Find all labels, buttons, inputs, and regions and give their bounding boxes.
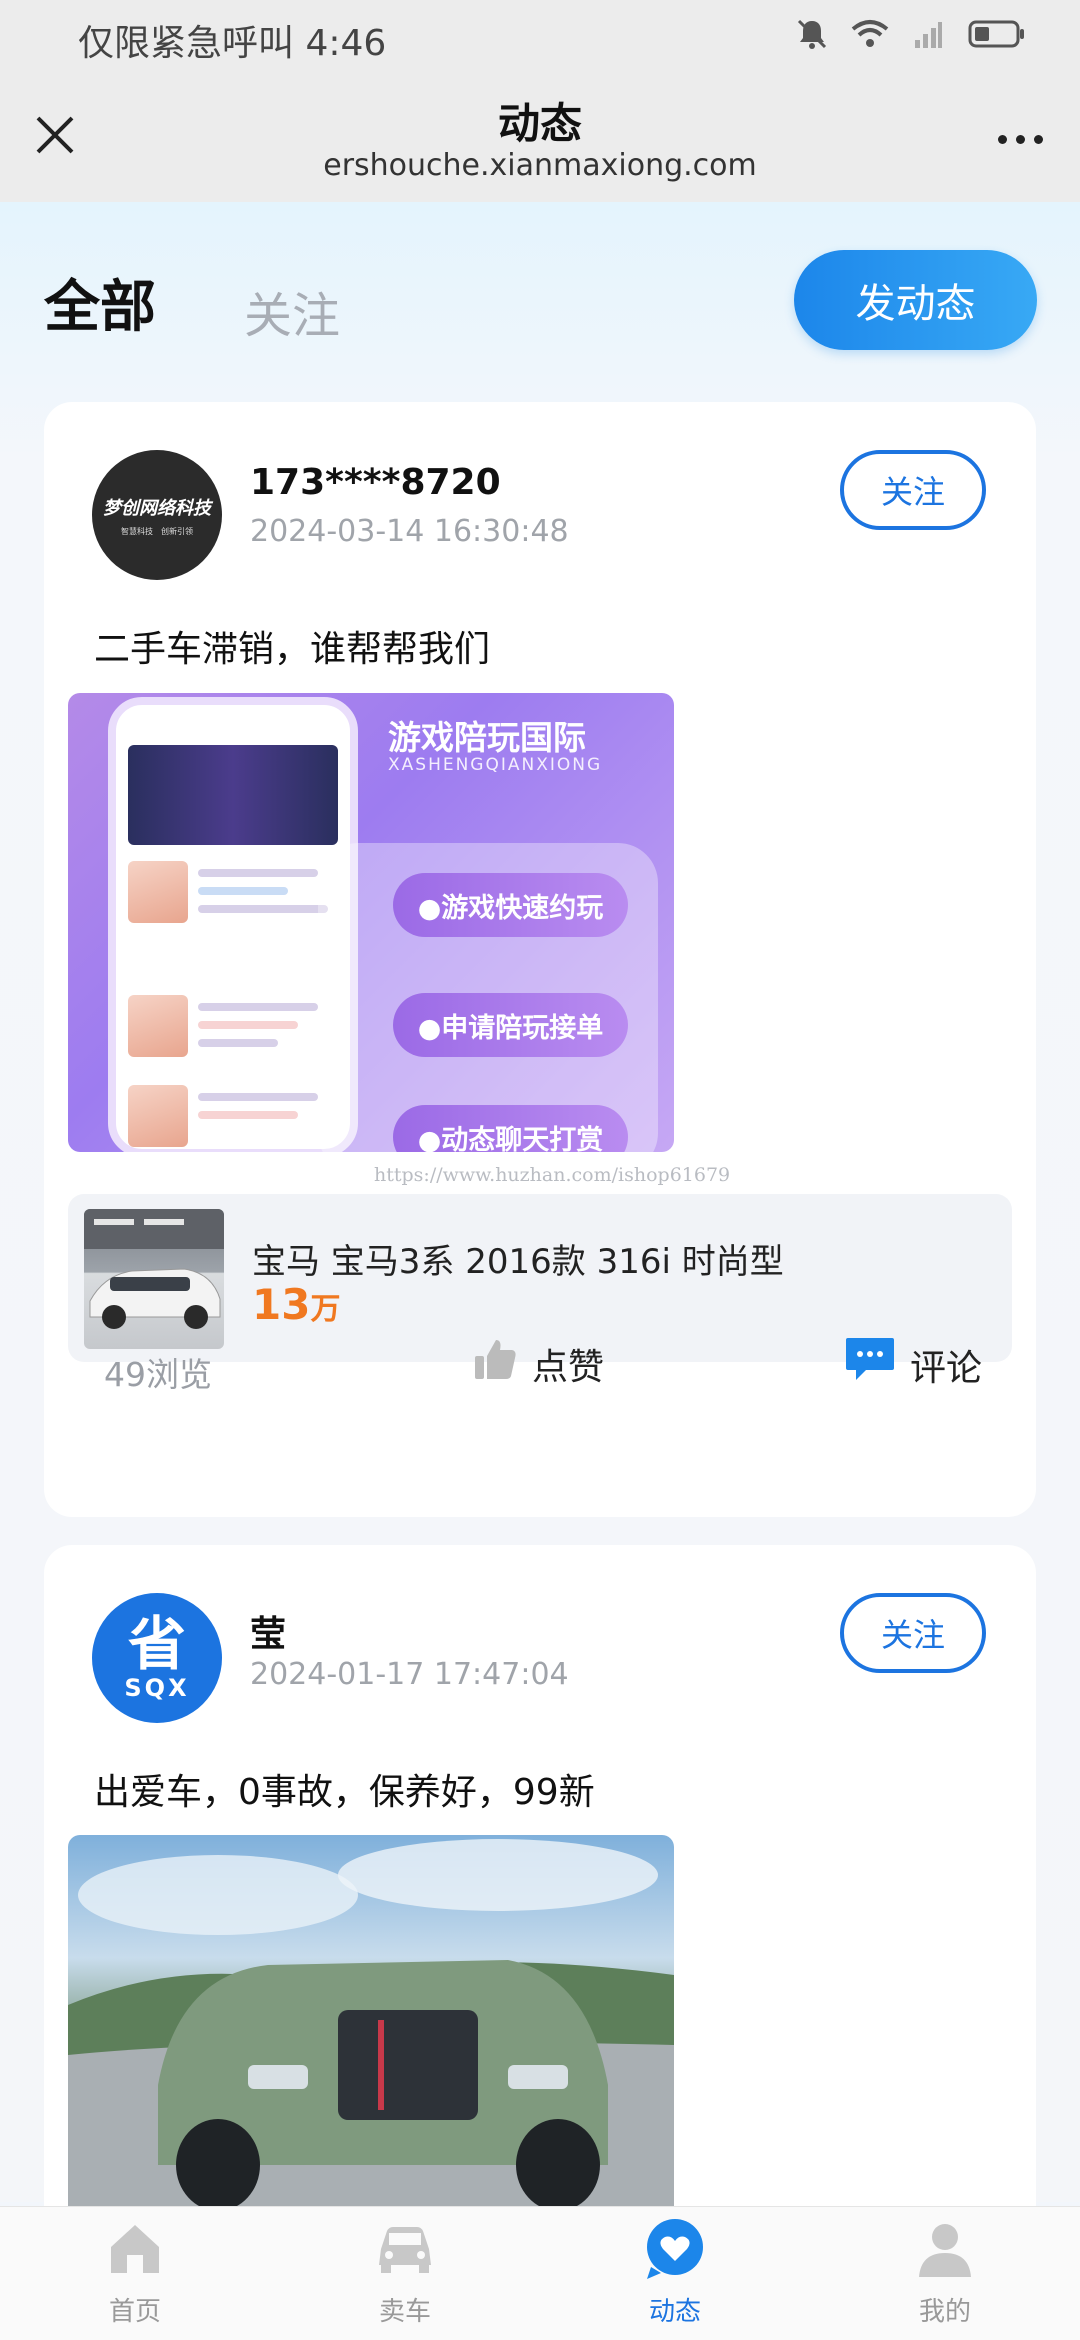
comment-icon	[844, 1336, 896, 1393]
bottom-nav: 首页 卖车 动态 我的	[0, 2206, 1080, 2340]
follow-button[interactable]: 关注	[840, 1593, 986, 1673]
car-name: 宝马 宝马3系 2016款 316i 时尚型	[252, 1242, 784, 1282]
tab-all[interactable]: 全部	[44, 262, 156, 343]
phone-list-row	[128, 995, 338, 1065]
nav-label: 首页	[108, 2297, 161, 2327]
page-url: ershouche.xianmaxiong.com	[323, 148, 757, 183]
username[interactable]: 莹	[250, 1605, 286, 1657]
status-bar: 仅限紧急呼叫 4:46	[0, 0, 1080, 72]
thumbs-up-icon	[472, 1336, 518, 1391]
promo-title: 游戏陪玩国际	[388, 718, 586, 757]
phone-banner	[128, 745, 338, 845]
car-price-value: 13	[252, 1280, 311, 1329]
tab-follow[interactable]: 关注	[244, 276, 340, 346]
follow-button[interactable]: 关注	[840, 450, 986, 530]
title-bar: 动态 ershouche.xianmaxiong.com	[0, 72, 1080, 202]
post-card: 梦创网络科技 智慧科技 创新引领 173****8720 2024-03-14 …	[44, 402, 1036, 1517]
like-label: 点赞	[532, 1346, 605, 1388]
promo-pill: ●游戏快速约玩	[393, 873, 628, 937]
nav-item-profile[interactable]: 我的	[865, 2217, 1025, 2328]
phone-list-row	[128, 1085, 338, 1149]
avatar-logo-subtext: SQX	[124, 1674, 190, 1702]
nav-item-home[interactable]: 首页	[55, 2217, 215, 2328]
promo-pill: ●申请陪玩接单	[393, 993, 628, 1057]
promo-subtitle: XASHENGQIANXIONG	[388, 755, 603, 775]
car-icon	[373, 2217, 437, 2281]
post-time: 2024-03-14 16:30:48	[250, 514, 569, 549]
phone-profile-row	[128, 861, 338, 931]
post-text: 二手车滞销，谁帮帮我们	[94, 629, 491, 670]
nav-label: 卖车	[378, 2297, 431, 2327]
post-image[interactable]	[68, 1835, 674, 2245]
status-icons	[792, 14, 1028, 54]
nav-item-sell-car[interactable]: 卖车	[325, 2217, 485, 2328]
watermark-text: https://www.huzhan.com/ishop61679	[374, 1164, 731, 1186]
more-options-icon[interactable]	[990, 124, 1050, 154]
avatar[interactable]: 梦创网络科技 智慧科技 创新引领	[92, 450, 222, 580]
username[interactable]: 173****8720	[250, 462, 501, 503]
avatar-logo-text: 梦创网络科技	[103, 497, 211, 519]
avatar[interactable]: 省 SQX	[92, 1593, 222, 1723]
promo-pill: ●动态聊天打赏	[393, 1105, 628, 1152]
view-count: 49浏览	[104, 1355, 212, 1394]
heart-chat-icon	[643, 2217, 707, 2281]
car-thumbnail	[84, 1209, 224, 1349]
post-time: 2024-01-17 17:47:04	[250, 1657, 569, 1692]
user-icon	[913, 2217, 977, 2281]
page-title: 动态	[497, 99, 582, 148]
status-text: 仅限紧急呼叫 4:46	[78, 23, 387, 64]
car-price: 13万	[252, 1280, 340, 1329]
car-price-unit: 万	[310, 1292, 341, 1327]
battery-icon	[966, 14, 1028, 54]
post-text: 出爱车，0事故，保养好，99新	[94, 1772, 595, 1813]
home-icon	[103, 2217, 167, 2281]
nav-label: 我的	[918, 2297, 971, 2327]
post-button[interactable]: 发动态	[794, 250, 1037, 350]
signal-icon	[908, 14, 948, 54]
comment-label: 评论	[910, 1347, 983, 1389]
avatar-logo-subtext: 智慧科技 创新引领	[121, 526, 193, 536]
nav-label: 动态	[648, 2297, 701, 2327]
nav-item-feed[interactable]: 动态	[595, 2217, 755, 2328]
mute-bell-icon	[792, 14, 832, 54]
wifi-icon	[850, 14, 890, 54]
post-image[interactable]: 游戏陪玩国际 XASHENGQIANXIONG ●游戏快速约玩 ●申请陪玩接单 …	[68, 693, 674, 1152]
avatar-logo-text: 省	[127, 1610, 186, 1678]
comment-button[interactable]: 评论	[844, 1336, 982, 1393]
post-card: 省 SQX 莹 2024-01-17 17:47:04 关注 出爱车，0事故，保…	[44, 1545, 1036, 2245]
like-button[interactable]: 点赞	[472, 1336, 604, 1391]
